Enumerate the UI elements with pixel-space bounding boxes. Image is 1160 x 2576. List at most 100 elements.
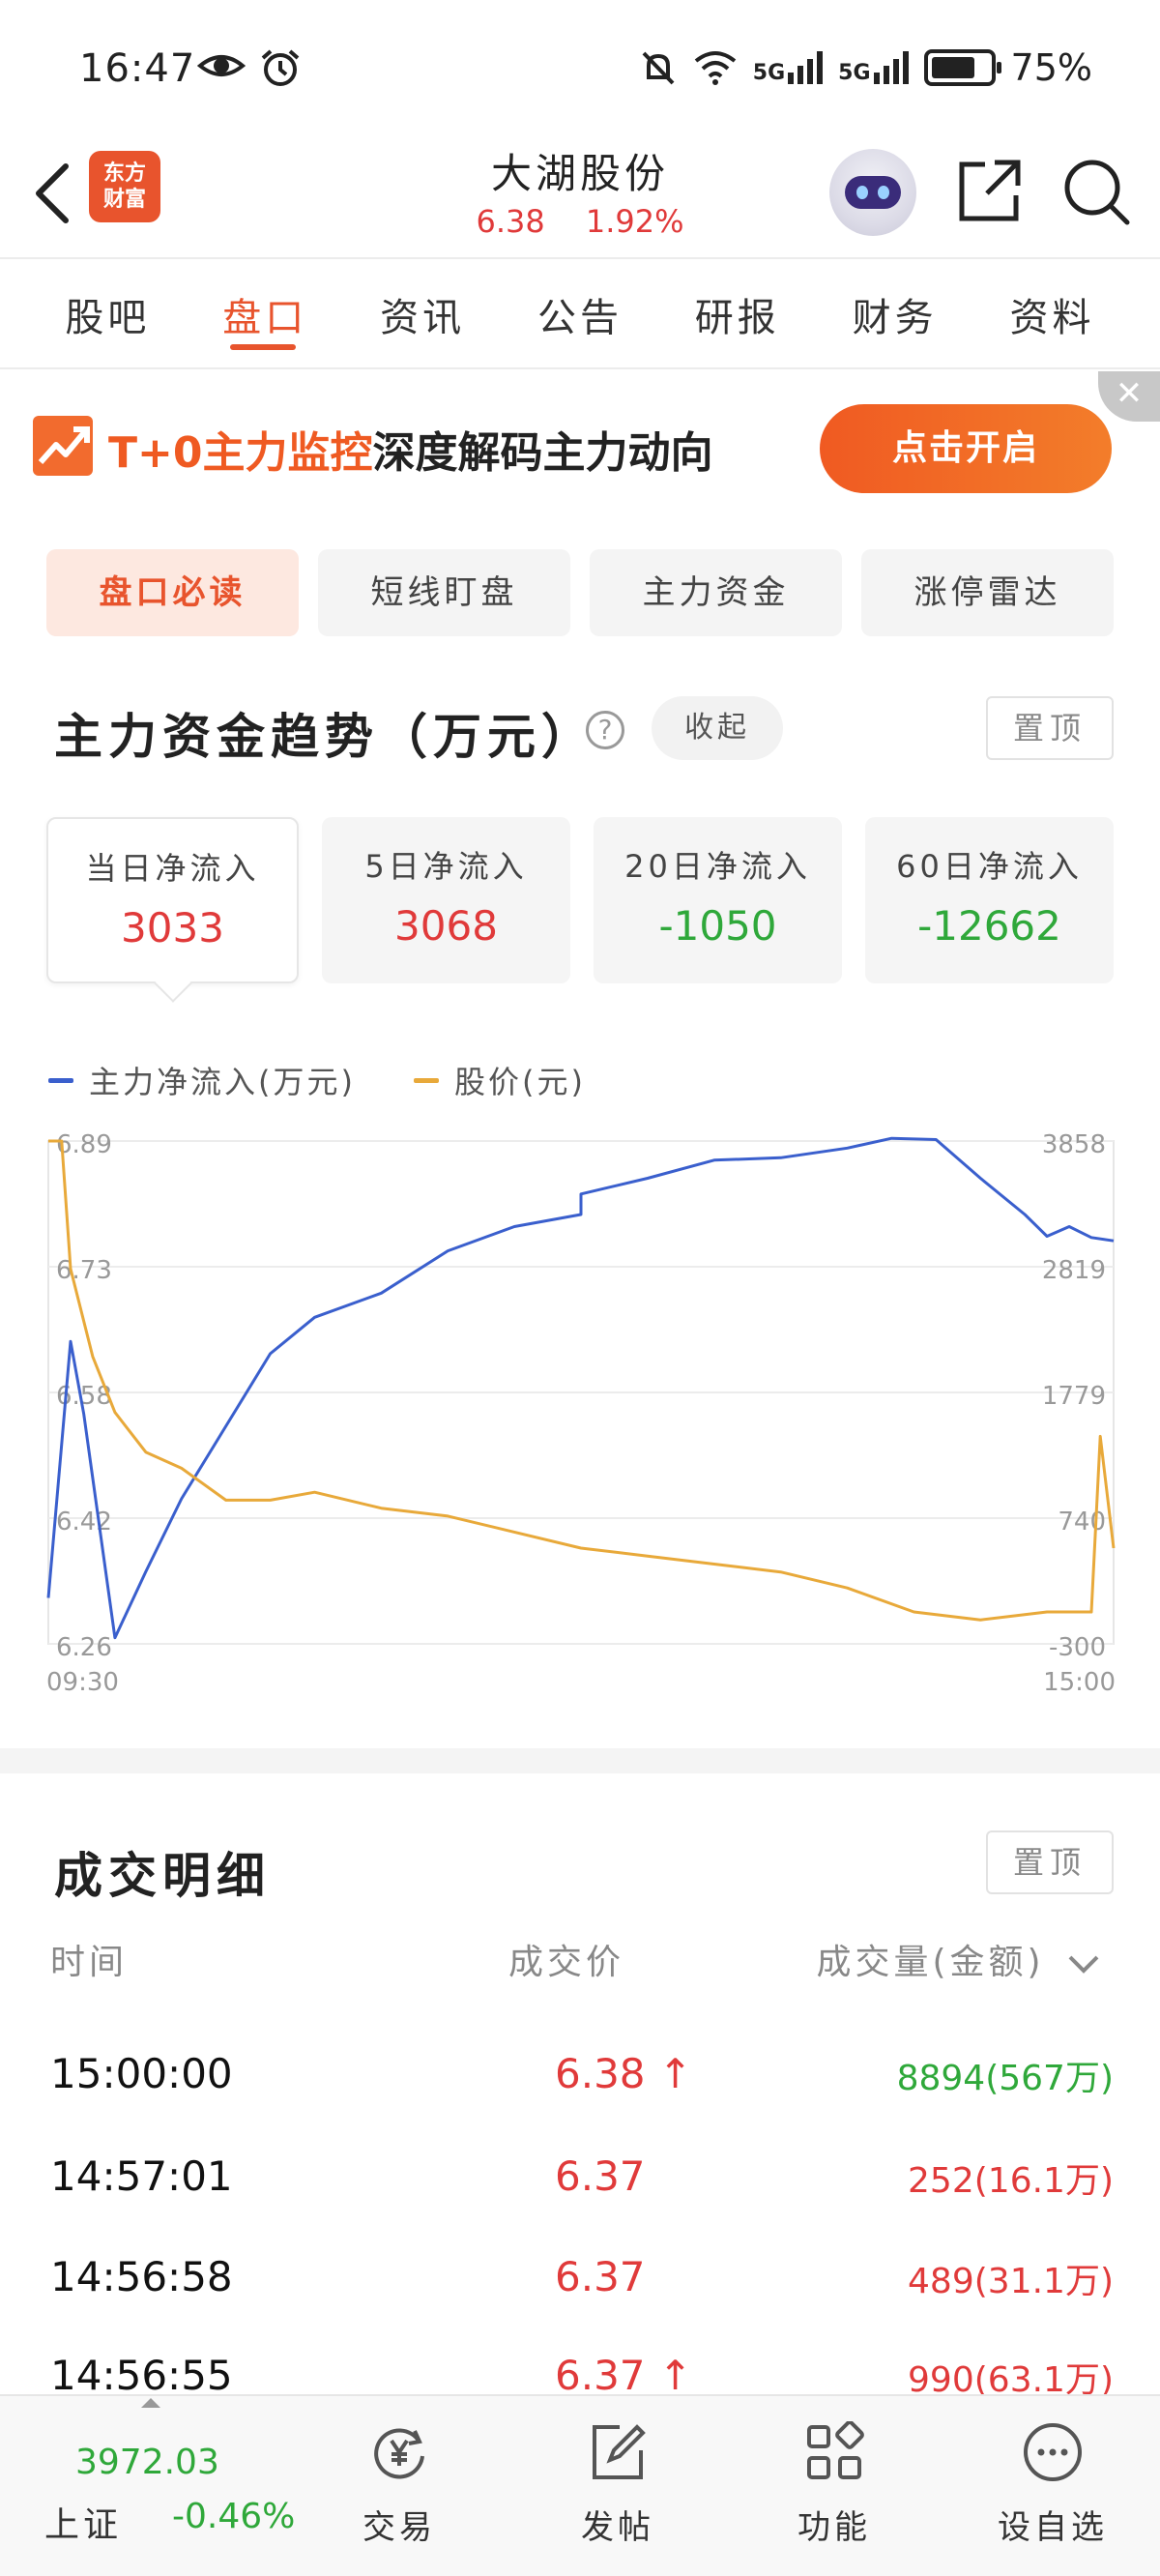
stock-change-pct: 1.92%: [585, 203, 684, 240]
nav-label: 交易: [362, 2508, 436, 2547]
nav-trade[interactable]: 交易: [336, 2421, 462, 2548]
table-row[interactable]: 15:00:00 6.38 ↑ 8894(567万): [0, 2050, 1160, 2147]
pankou-subtabs: 盘口必读 短线盯盘 主力资金 涨停雷达: [46, 549, 1114, 636]
tab-announcements[interactable]: 公告: [537, 261, 623, 367]
y-tick-left: 6.73: [56, 1256, 112, 1285]
promo-banner[interactable]: ✕ T+0主力监控深度解码主力动向 点击开启: [0, 371, 1160, 522]
status-right: 5G 5G 75%: [639, 46, 1092, 89]
nav-add-watchlist[interactable]: 设自选: [990, 2421, 1116, 2548]
legend-price: 股价(元): [413, 1058, 586, 1102]
y-tick-right: 740: [1058, 1508, 1106, 1537]
stock-header: 东方 财富 大湖股份 6.38 1.92%: [0, 135, 1160, 259]
y-tick-left: 6.26: [56, 1633, 112, 1662]
share-icon: [959, 160, 1021, 221]
status-time: 16:47: [79, 46, 196, 91]
index-value[interactable]: 3972.03: [75, 2443, 219, 2482]
card-value: -12662: [917, 902, 1061, 950]
signal-2: 5G: [838, 51, 909, 85]
ai-assistant-avatar[interactable]: [829, 149, 916, 236]
subtab-short-term-watch[interactable]: 短线盯盘: [318, 549, 570, 636]
legend-main-inflow: 主力净流入(万元): [48, 1058, 356, 1102]
tab-finance[interactable]: 财务: [853, 261, 938, 367]
card-value: -1050: [658, 902, 777, 950]
trade-table-header: 时间 成交价 成交量(金额): [0, 1934, 1160, 1992]
signal-1: 5G: [752, 51, 824, 85]
tab-profile[interactable]: 资料: [1009, 261, 1094, 367]
eye-icon: [197, 55, 246, 76]
card-label: 20日净流入: [624, 848, 811, 885]
wifi-icon: [694, 51, 737, 85]
search-button[interactable]: [1059, 155, 1133, 228]
index-name[interactable]: 上证: [44, 2497, 122, 2547]
subtab-must-read[interactable]: 盘口必读: [46, 549, 299, 636]
caret-up-icon[interactable]: [141, 2398, 160, 2408]
banner-text: T+0主力监控深度解码主力动向: [108, 418, 713, 480]
pin-top-button[interactable]: 置顶: [986, 696, 1114, 760]
signal-bars-icon: [873, 51, 909, 84]
y-tick-right: -300: [1049, 1633, 1106, 1662]
section-divider: [0, 1748, 1160, 1773]
nav-label: 设自选: [998, 2508, 1108, 2547]
legend-label: 主力净流入(万元): [89, 1064, 356, 1100]
table-row[interactable]: 14:57:01 6.37 252(16.1万): [0, 2152, 1160, 2249]
card-today-inflow[interactable]: 当日净流入 3033: [46, 817, 299, 983]
robot-face-icon: [845, 176, 901, 209]
fund-trend-chart[interactable]: 6.89 38586.73 28196.58 17796.42 7406.26 -3000…: [0, 1122, 1160, 1721]
fund-trend-title: 主力资金趋势（万元）: [54, 709, 595, 765]
banner-subtext: 深度解码主力动向: [372, 428, 713, 478]
banner-highlight: T+0主力监控: [108, 428, 373, 478]
index-change[interactable]: -0.46%: [172, 2497, 295, 2536]
series-main-inflow-line: [46, 1136, 1115, 1640]
stock-price: 6.38: [476, 203, 545, 240]
tab-pankou[interactable]: 盘口: [222, 261, 307, 367]
legend-label: 股价(元): [453, 1064, 586, 1100]
banner-close-button[interactable]: ✕: [1098, 371, 1160, 422]
table-row[interactable]: 14:56:58 6.37 489(31.1万): [0, 2253, 1160, 2350]
card-value: 3068: [394, 902, 498, 950]
help-icon[interactable]: ?: [586, 711, 624, 749]
tab-news[interactable]: 资讯: [380, 261, 465, 367]
battery-icon: [923, 49, 1001, 86]
col-time: 时间: [50, 1943, 129, 1982]
network-type-1: 5G: [752, 61, 786, 85]
card-5day-inflow[interactable]: 5日净流入 3068: [322, 817, 570, 983]
nav-functions[interactable]: 功能: [771, 2420, 897, 2548]
col-volume[interactable]: 成交量(金额): [816, 1934, 1100, 1984]
nav-post[interactable]: 发帖: [555, 2421, 681, 2548]
bottom-nav: 3972.03 上证 -0.46% 交易 发帖 功能 设自选: [0, 2394, 1160, 2576]
x-tick-end: 15:00: [1043, 1668, 1116, 1697]
pin-top-button[interactable]: 置顶: [986, 1830, 1114, 1894]
trade-detail-title: 成交明细: [54, 1848, 271, 1904]
collapse-button[interactable]: 收起: [652, 696, 783, 760]
legend-swatch: [413, 1077, 439, 1083]
nav-label: 发帖: [581, 2508, 654, 2547]
card-value: 3033: [121, 904, 224, 951]
card-60day-inflow[interactable]: 60日净流入 -12662: [865, 817, 1114, 983]
network-type-2: 5G: [838, 61, 871, 85]
tab-research[interactable]: 研报: [695, 261, 780, 367]
net-inflow-cards: 当日净流入 3033 5日净流入 3068 20日净流入 -1050 60日净流…: [46, 817, 1114, 983]
battery-level: [931, 57, 974, 78]
grid-apps-icon: [807, 2420, 864, 2479]
tab-guba[interactable]: 股吧: [65, 261, 150, 367]
trend-chart-icon: [33, 416, 93, 476]
col-volume-label: 成交量(金额): [816, 1943, 1045, 1982]
card-label: 60日净流入: [896, 848, 1083, 885]
battery-percent: 75%: [1010, 46, 1092, 89]
yuan-cycle-icon: [374, 2428, 424, 2479]
trade-volume: 489(31.1万): [908, 2262, 1114, 2301]
share-button[interactable]: [952, 155, 1026, 228]
banner-open-button[interactable]: 点击开启: [820, 404, 1112, 493]
trade-time: 14:56:58: [50, 2253, 233, 2300]
x-tick-start: 09:30: [46, 1668, 119, 1697]
trade-volume: 252(16.1万): [908, 2161, 1114, 2201]
card-20day-inflow[interactable]: 20日净流入 -1050: [594, 817, 842, 983]
y-tick-left: 6.89: [56, 1130, 112, 1159]
subtab-main-funds[interactable]: 主力资金: [590, 549, 842, 636]
mute-bell-icon: [642, 51, 675, 85]
card-label: 5日净流入: [364, 848, 528, 885]
subtab-limit-up-radar[interactable]: 涨停雷达: [861, 549, 1114, 636]
signal-bars-icon: [788, 51, 824, 84]
trade-volume: 8894(567万): [896, 2059, 1114, 2098]
y-tick-right: 3858: [1042, 1130, 1106, 1159]
